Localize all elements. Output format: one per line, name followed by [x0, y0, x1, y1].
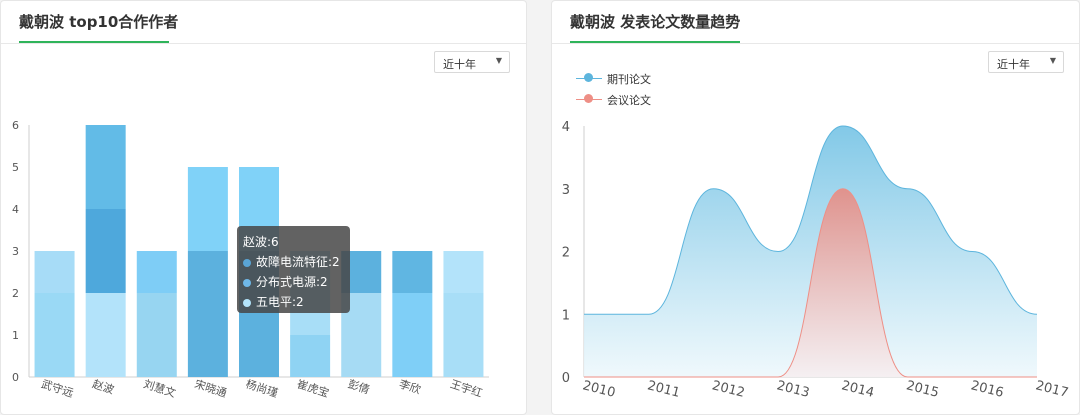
tooltip-row: 故障电流特征:2 — [243, 252, 344, 272]
bar-tooltip: 赵波:6 故障电流特征:2 分布式电源:2 五电平:2 — [237, 226, 350, 313]
x-tick-label: 宋晓通 — [193, 377, 229, 401]
bar-segment — [136, 293, 177, 377]
tooltip-row: 五电平:2 — [243, 292, 344, 312]
bar-segment — [392, 293, 433, 377]
bar-segment — [187, 167, 228, 251]
y-tick-label: 5 — [12, 161, 19, 174]
coauthor-bar-chart: 0 1 2 3 4 5 6 武守远 赵波 刘慧文 宋晓通 杨尚瑾 崔虎宝 彭倩 李欣 王宇红 — [12, 119, 489, 401]
bar-segment — [290, 335, 331, 377]
y-tick-label: 3 — [12, 245, 19, 258]
y-tick-label: 3 — [562, 183, 570, 198]
y-tick-label: 4 — [562, 120, 570, 135]
bar-segment — [392, 251, 433, 293]
bar-segment — [85, 125, 126, 209]
x-tick-label: 赵波 — [91, 377, 116, 397]
x-tick-label: 2013 — [775, 378, 811, 401]
tooltip-title: 赵波:6 — [243, 235, 279, 249]
x-tick-label: 2014 — [840, 378, 876, 401]
tooltip-dot-icon — [243, 258, 251, 267]
x-tick-label: 李欣 — [397, 377, 422, 397]
x-tick-label: 2010 — [581, 378, 617, 401]
x-tick-label: 2012 — [710, 378, 746, 401]
x-tick-label: 2011 — [646, 378, 682, 401]
x-tick-label: 2015 — [905, 378, 941, 401]
bar-segment — [85, 209, 126, 293]
x-tick-label: 2016 — [969, 378, 1005, 401]
tooltip-row: 分布式电源:2 — [243, 272, 344, 292]
x-tick-label: 彭倩 — [346, 377, 371, 397]
y-tick-label: 2 — [12, 287, 19, 300]
trend-panel: 戴朝波 发表论文数量趋势 近十年 ▼ 期刊论文 会议论文 0 1 2 3 4 2010 20… — [551, 0, 1080, 415]
x-tick-label: 王宇红 — [449, 377, 484, 400]
bar-segment — [443, 293, 484, 377]
bar-segment — [136, 251, 177, 293]
y-tick-label: 2 — [562, 246, 570, 261]
x-tick-label: 杨尚瑾 — [244, 377, 280, 401]
y-tick-label: 4 — [12, 203, 19, 216]
bar-segment — [443, 251, 484, 293]
y-tick-label: 0 — [562, 371, 570, 386]
tooltip-dot-icon — [243, 298, 251, 307]
y-tick-label: 0 — [12, 371, 19, 384]
bar-segment — [187, 251, 228, 377]
y-tick-label: 1 — [12, 329, 19, 342]
bar-segment — [85, 293, 126, 377]
bar-segment — [34, 251, 75, 293]
y-tick-label: 1 — [562, 308, 570, 323]
x-tick-label: 刘慧文 — [142, 377, 178, 401]
y-tick-label: 6 — [12, 119, 19, 132]
bar-segment — [34, 293, 75, 377]
x-tick-label: 武守远 — [40, 377, 76, 401]
coauthor-panel: 戴朝波 top10合作作者 近十年 ▼ 0 1 2 3 4 5 6 武守远 赵波 刘慧文 宋晓通 杨尚… — [0, 0, 527, 415]
tooltip-dot-icon — [243, 278, 251, 287]
x-tick-label: 崔虎宝 — [295, 377, 331, 401]
x-tick-label: 2017 — [1034, 378, 1070, 401]
paper-trend-chart: 0 1 2 3 4 2010 2011 2012 2013 2014 2015 2016 2017 — [562, 120, 1070, 401]
